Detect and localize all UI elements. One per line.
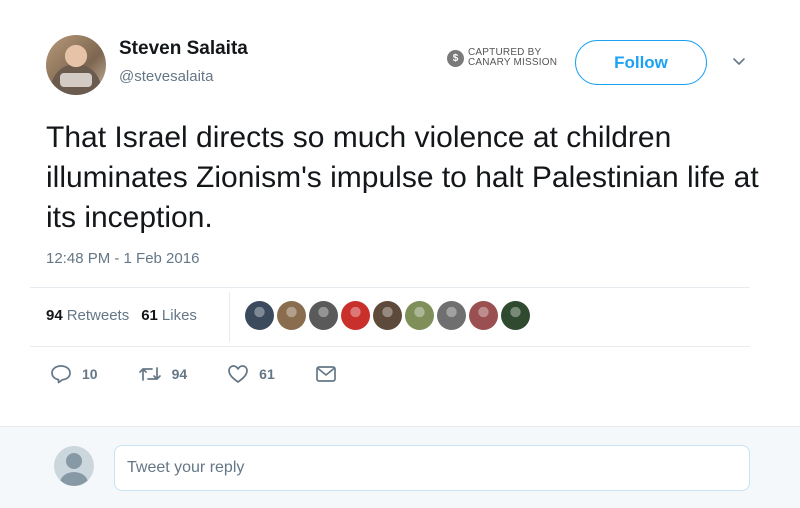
likes-label: Likes: [161, 307, 197, 324]
canary-mission-watermark: $ CAPTURED BY CANARY MISSION: [447, 48, 557, 68]
retweets-stat[interactable]: 94 Retweets: [46, 307, 129, 324]
like-button[interactable]: 61: [227, 364, 275, 384]
liker-avatar[interactable]: [437, 301, 466, 330]
heart-icon: [228, 365, 249, 383]
liker-avatar[interactable]: [341, 301, 370, 330]
divider: [30, 346, 750, 347]
author-avatar[interactable]: [46, 35, 106, 95]
follow-button[interactable]: Follow: [575, 40, 707, 85]
chevron-down-icon[interactable]: [732, 55, 746, 69]
reply-input[interactable]: [114, 445, 750, 491]
reply-count: 10: [82, 366, 98, 382]
liker-avatars: [245, 301, 530, 330]
tweet-text: That Israel directs so much violence at …: [46, 121, 759, 234]
tweet-timestamp[interactable]: 12:48 PM - 1 Feb 2016: [46, 250, 199, 267]
liker-avatar[interactable]: [373, 301, 402, 330]
retweet-count: 94: [171, 366, 188, 382]
liker-avatar[interactable]: [405, 301, 434, 330]
divider: [30, 287, 750, 288]
retweet-button[interactable]: 94: [138, 365, 188, 383]
liker-avatar[interactable]: [501, 301, 530, 330]
liker-avatar[interactable]: [245, 301, 274, 330]
like-count: 61: [259, 366, 275, 382]
watermark-line-2: CANARY MISSION: [468, 57, 558, 68]
reply-icon: [51, 365, 71, 384]
retweets-label: Retweets: [66, 307, 130, 324]
dollar-badge-icon: $: [447, 49, 464, 67]
user-avatar: [54, 446, 94, 486]
author-display-name[interactable]: Steven Salaita: [119, 38, 248, 60]
likes-stat[interactable]: 61 Likes: [141, 307, 197, 324]
liker-avatar[interactable]: [469, 301, 498, 330]
retweets-count: 94: [46, 307, 63, 324]
stats-separator: [229, 292, 230, 342]
direct-message-button[interactable]: [315, 365, 337, 383]
engagement-stats: 94 Retweets 61 Likes: [46, 307, 197, 324]
liker-avatar[interactable]: [277, 301, 306, 330]
retweet-icon: [138, 367, 161, 381]
likes-count: 61: [141, 307, 158, 324]
reply-button[interactable]: 10: [50, 364, 98, 384]
tweet-actions: 10 94 61: [50, 364, 377, 384]
author-handle[interactable]: @stevesalaita: [119, 68, 213, 85]
liker-avatar[interactable]: [309, 301, 338, 330]
envelope-icon: [315, 366, 336, 382]
